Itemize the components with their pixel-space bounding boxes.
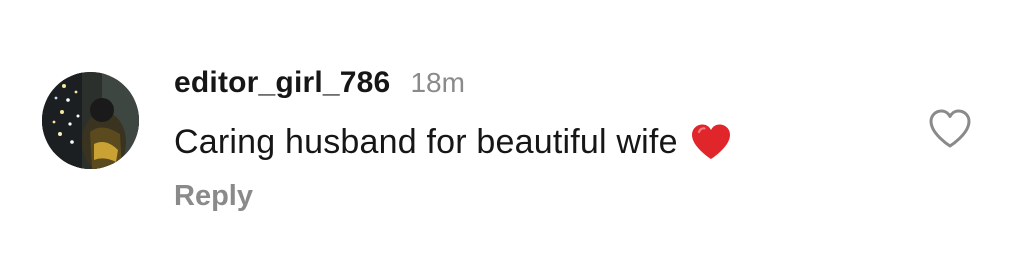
red-heart-emoji: [690, 123, 732, 161]
comment-item: editor_girl_786 18m Caring husband for b…: [0, 0, 1024, 256]
comment-content: editor_girl_786 18m Caring husband for b…: [174, 66, 874, 213]
heart-outline-icon: [929, 109, 971, 148]
comment-text-row: Caring husband for beautiful wife: [174, 120, 874, 164]
username[interactable]: editor_girl_786: [174, 66, 390, 100]
comment-meta: editor_girl_786 18m: [174, 66, 874, 104]
avatar-image: [42, 72, 139, 169]
avatar[interactable]: [42, 72, 139, 169]
like-button[interactable]: [928, 108, 972, 150]
reply-button[interactable]: Reply: [174, 180, 253, 213]
comment-text: Caring husband for beautiful wife: [174, 122, 678, 161]
comment-timestamp: 18m: [410, 67, 465, 98]
